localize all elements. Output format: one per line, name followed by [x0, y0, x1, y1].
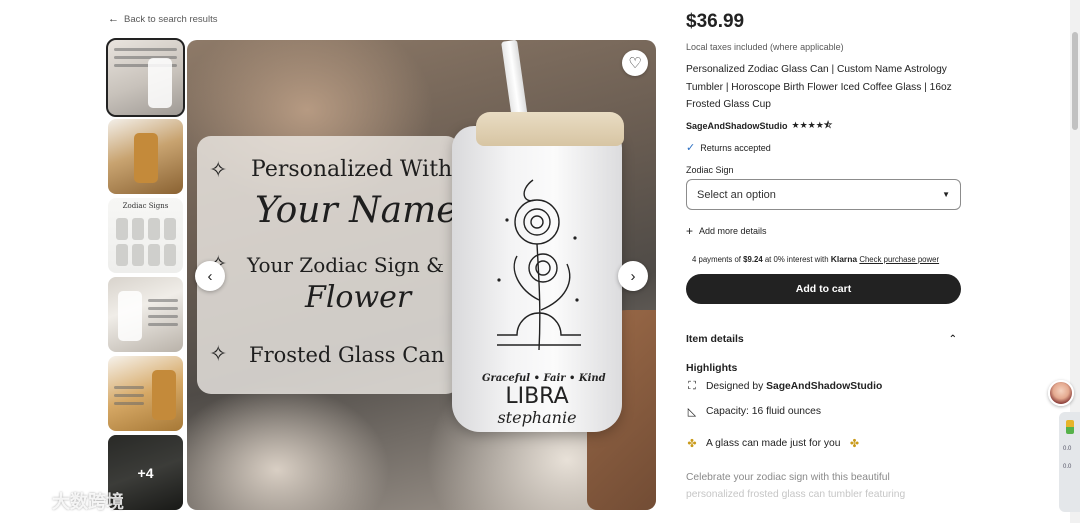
- sparkle-icon: ✧: [209, 158, 228, 183]
- overlay-line-4: Flower: [305, 280, 412, 315]
- select-placeholder: Select an option: [697, 188, 776, 201]
- klarna-installments: 4 payments of $9.24 at 0% interest with …: [692, 254, 939, 264]
- thumbnail-cup: [152, 370, 176, 420]
- bee-icon: ✤: [849, 438, 860, 450]
- designed-by-label: Designed by: [706, 381, 767, 392]
- next-image-button[interactable]: ›: [618, 261, 648, 291]
- returns-label: Returns accepted: [700, 142, 771, 153]
- overlay-line-2: Your Name: [255, 190, 458, 231]
- thumbnail-text-lines: [114, 386, 144, 410]
- product-page: ← Back to search results Zodiac Signs +4: [0, 0, 1070, 523]
- overlay-line-3: Your Zodiac Sign &: [247, 253, 444, 277]
- plus-icon: +: [686, 224, 694, 238]
- add-details-label: Add more details: [699, 226, 767, 236]
- birth-flower-illustration: [497, 179, 581, 351]
- zodiac-sign-label: Zodiac Sign: [686, 165, 734, 175]
- ruler-icon: ◺: [687, 406, 697, 418]
- cup-zodiac-sign: LIBRA: [505, 384, 569, 409]
- bee-icon: ✤: [687, 438, 697, 450]
- bamboo-lid: [476, 112, 624, 146]
- klarna-amount: $9.24: [743, 255, 763, 264]
- widget-stat-2: 0.0: [1063, 464, 1072, 470]
- widget-stat-1: 0.0: [1063, 446, 1072, 452]
- zodiac-grid: [116, 218, 176, 266]
- design-icon: ⛶: [688, 380, 696, 392]
- thumbnail-cup: [148, 58, 172, 108]
- chevron-left-icon: ‹: [207, 267, 213, 285]
- chevron-up-icon: ⌃: [948, 333, 957, 345]
- designed-by-row: ⛶ Designed by SageAndShadowStudio: [686, 380, 882, 393]
- add-to-cart-button[interactable]: Add to cart: [686, 274, 961, 304]
- thumbnail-cup: [134, 133, 158, 183]
- check-purchase-power-link[interactable]: Check purchase power: [859, 255, 939, 264]
- add-more-details-button[interactable]: + Add more details: [686, 224, 767, 238]
- cup-custom-name: stephanie: [497, 408, 577, 427]
- klarna-logo: Klarna: [830, 254, 858, 264]
- watermark-text: 大数跨境: [52, 492, 124, 512]
- description-line-1: Celebrate your zodiac sign with this bea…: [686, 472, 890, 483]
- thumbnail-3[interactable]: Zodiac Signs: [108, 198, 183, 273]
- highlights-heading: Highlights: [686, 362, 738, 374]
- speed-indicator-icon: [1066, 420, 1074, 434]
- sparkle-icon: ✧: [209, 342, 228, 367]
- previous-image-button[interactable]: ‹: [195, 261, 225, 291]
- main-product-image[interactable]: ✧ Personalized With Your Name ✧ Your Zod…: [187, 40, 656, 510]
- capacity-row: ◺ Capacity: 16 fluid ounces: [686, 405, 821, 418]
- tagline-text: A glass can made just for you: [706, 438, 841, 449]
- item-details-title: Item details: [686, 333, 744, 345]
- item-details-toggle[interactable]: Item details ⌃: [686, 333, 961, 345]
- zodiac-sign-select[interactable]: Select an option ▼: [686, 179, 961, 210]
- shop-info: SageAndShadowStudio ★★★★⯪: [686, 118, 832, 134]
- thumbnail-2[interactable]: [108, 119, 183, 194]
- overlay-line-1: Personalized With: [251, 157, 453, 182]
- tagline-row: ✤ A glass can made just for you ✤: [686, 437, 861, 450]
- back-to-search-link[interactable]: ← Back to search results: [108, 13, 217, 25]
- favorite-button[interactable]: ♡: [622, 50, 648, 76]
- thumbnail-title: Zodiac Signs: [122, 202, 169, 210]
- thumbnail-list: Zodiac Signs +4: [106, 38, 185, 514]
- chevron-right-icon: ›: [630, 267, 636, 285]
- product-title: Personalized Zodiac Glass Can | Custom N…: [686, 64, 952, 110]
- klarna-prefix: 4 payments of: [692, 255, 744, 264]
- product-price: $36.99: [686, 11, 745, 32]
- shop-name-link[interactable]: SageAndShadowStudio: [686, 121, 788, 131]
- back-link-label: Back to search results: [124, 13, 218, 25]
- klarna-middle: at 0% interest with: [762, 255, 831, 264]
- description-line-2: personalized frosted glass can tumbler f…: [686, 489, 906, 500]
- tax-note: Local taxes included (where applicable): [686, 42, 844, 52]
- thumbnail-4[interactable]: [108, 277, 183, 352]
- assistant-avatar[interactable]: [1048, 380, 1074, 406]
- capacity-label: Capacity: 16 fluid ounces: [706, 406, 822, 417]
- thumbnail-5[interactable]: [108, 356, 183, 431]
- caret-down-icon: ▼: [942, 190, 950, 199]
- checkmark-icon: ✓: [686, 142, 696, 154]
- heart-icon: ♡: [628, 55, 642, 72]
- scrollbar-thumb[interactable]: [1072, 32, 1078, 130]
- thumbnail-cup: [118, 291, 142, 341]
- returns-info: ✓ Returns accepted: [686, 141, 771, 154]
- watermark-logo-icon: [8, 490, 46, 512]
- thumbnail-1[interactable]: [106, 38, 185, 117]
- cup-zodiac-traits: Graceful • Fair • Kind: [482, 373, 606, 384]
- rating-stars[interactable]: ★★★★⯪: [792, 118, 833, 134]
- watermark: 大数跨境: [8, 488, 124, 514]
- designed-by-shop-link[interactable]: SageAndShadowStudio: [766, 381, 882, 392]
- thumbnail-text-lines: [148, 299, 178, 331]
- speed-widget[interactable]: 0.0 0.0: [1059, 412, 1080, 512]
- overlay-line-5: Frosted Glass Can: [249, 343, 445, 367]
- arrow-left-icon: ←: [108, 13, 119, 25]
